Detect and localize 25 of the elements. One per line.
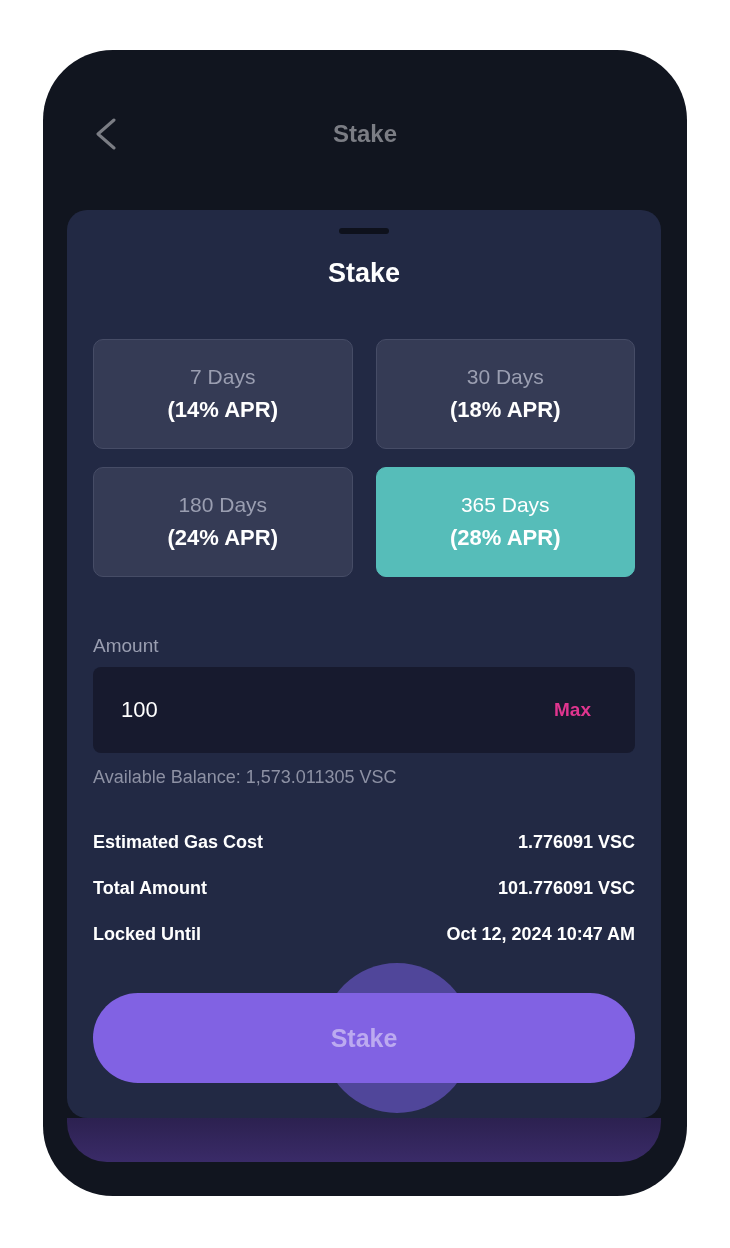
duration-days: 365 Days: [460, 493, 550, 517]
screen-title: Stake: [332, 120, 397, 148]
duration-days: 7 Days: [190, 365, 256, 389]
duration-days: 180 Days: [178, 493, 268, 517]
apr-rate: (24% APR): [167, 525, 278, 551]
drag-handle[interactable]: [339, 228, 389, 234]
available-balance: Available Balance: 1,573.011305 VSC: [93, 766, 397, 788]
duration-days: 30 Days: [466, 365, 544, 389]
sheet-title: Stake: [326, 257, 402, 290]
amount-label: Amount: [93, 635, 159, 657]
max-button[interactable]: Max: [554, 699, 591, 721]
duration-option[interactable]: 180 Days (24% APR): [93, 467, 353, 577]
apr-rate: (14% APR): [167, 397, 278, 423]
back-icon[interactable]: [94, 118, 118, 150]
summary-value: Oct 12, 2024 10:47 AM: [446, 923, 635, 945]
amount-field[interactable]: 100 Max: [93, 667, 635, 753]
apr-rate: (18% APR): [450, 397, 561, 423]
summary-label: Estimated Gas Cost: [93, 831, 264, 853]
summary-value: 1.776091 VSC: [517, 831, 635, 853]
duration-option[interactable]: 30 Days (18% APR): [375, 339, 635, 449]
apr-rate: (28% APR): [450, 525, 561, 551]
summary-value: 101.776091 VSC: [497, 877, 635, 899]
summary-label: Locked Until: [93, 923, 201, 945]
summary-label: Total Amount: [93, 877, 207, 899]
duration-option[interactable]: 7 Days (14% APR): [93, 339, 353, 449]
